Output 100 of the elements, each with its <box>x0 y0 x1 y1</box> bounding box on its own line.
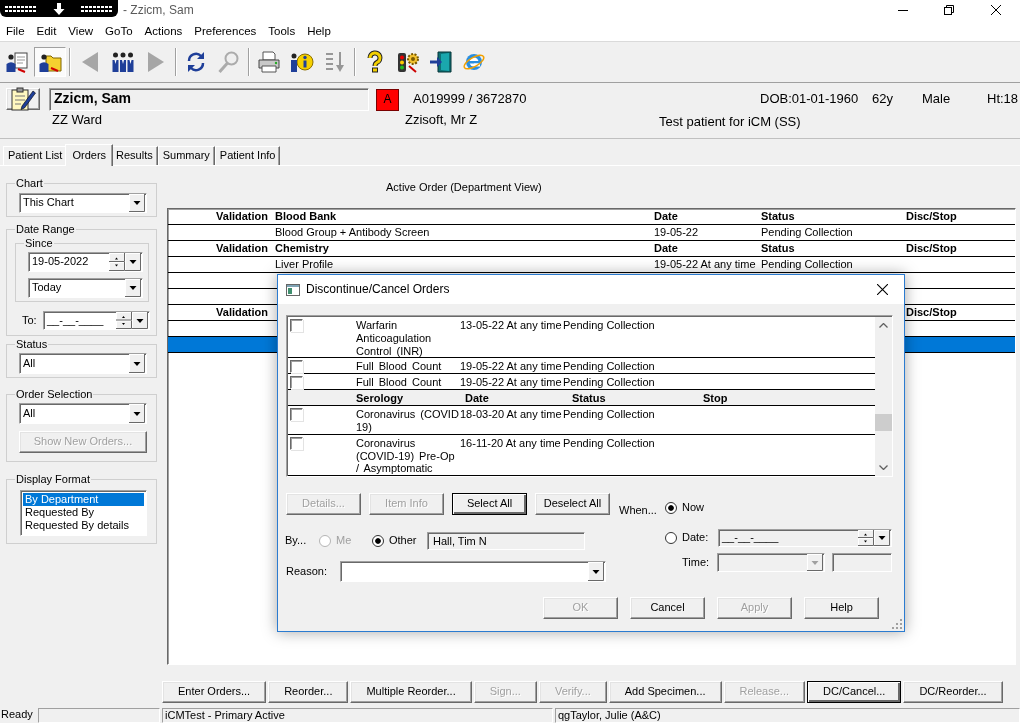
list-item[interactable]: Requested By details <box>23 519 144 532</box>
menu-item[interactable]: Help <box>301 21 337 40</box>
resize-grip-icon <box>892 619 902 629</box>
tab[interactable]: Summary <box>157 146 215 165</box>
window-title: - Zzicm, Sam <box>123 2 194 18</box>
clipboard-pencil-icon <box>10 86 36 112</box>
table-row[interactable]: Liver Profile 19-05-22 At any time Pending Collection <box>168 257 1015 273</box>
checkbox[interactable] <box>290 436 303 450</box>
view-title: Active Order (Department View) <box>386 181 542 195</box>
edit-button[interactable] <box>6 88 40 110</box>
date-preset-dropdown[interactable]: Today <box>28 278 143 298</box>
table-cell-text: Pending Collection <box>563 319 656 333</box>
table-cell-text: Pending Collection <box>760 225 854 240</box>
menu-item[interactable]: Actions <box>138 21 189 40</box>
table-cell-text: Pending Collection <box>563 376 656 390</box>
table-row[interactable]: Blood Group + Antibody Screen 19-05-22 Pending Collection <box>168 225 1015 241</box>
action-button[interactable]: DC/Cancel... <box>807 681 902 703</box>
column-header: Status <box>760 209 796 224</box>
dropdown-arrow-icon <box>129 354 145 373</box>
table-cell-text: Blood Group + Antibody Screen <box>274 225 431 240</box>
toolbar-button[interactable] <box>34 47 66 77</box>
radio-button[interactable]: Other <box>372 534 427 548</box>
table-cell: 19-05-22 At any time <box>460 360 563 374</box>
dialog-button[interactable]: Deselect All <box>535 493 610 515</box>
table-cell: Coronavirus (COVID 19) <box>356 408 460 434</box>
menu-item[interactable]: Preferences <box>188 21 263 40</box>
group-label: Status <box>15 337 49 351</box>
name-field[interactable]: Hall, Tim N <box>427 532 585 550</box>
status-dropdown[interactable]: All <box>19 353 147 374</box>
field-label: By... <box>285 534 308 548</box>
table-cell-text: 13-05-22 At any time <box>460 319 563 333</box>
tab[interactable]: Patient Info <box>214 146 281 165</box>
column-header: Date <box>653 209 679 224</box>
spin-arrows-icon <box>116 312 132 329</box>
date-of-birth: DOB:01-01-1960 <box>760 91 860 108</box>
column-header: Status <box>760 241 796 256</box>
menu-item[interactable]: Edit <box>30 21 63 40</box>
scroll-thumb[interactable] <box>875 414 892 431</box>
dialog-button[interactable]: Help <box>804 597 879 619</box>
checkbox[interactable] <box>290 360 303 374</box>
menu-item[interactable]: View <box>62 21 100 40</box>
table-cell-text: 19-05-22 At any time <box>653 257 757 272</box>
date-field[interactable]: __-__-____ <box>718 529 892 547</box>
column-header: Disc/Stop <box>905 241 958 256</box>
field-label: To: <box>22 313 38 328</box>
patient-number: A019999 / 3672870 <box>413 91 528 108</box>
action-button[interactable]: DC/Reorder... <box>903 681 1003 703</box>
field-label: Time: <box>682 555 711 570</box>
patient-height: Ht:18 <box>987 91 1019 108</box>
tab[interactable]: Orders <box>65 144 114 166</box>
reason-dropdown[interactable] <box>340 561 606 582</box>
date-field[interactable]: 19-05-2022 <box>28 252 143 272</box>
group-label: Date Range <box>15 222 76 236</box>
menu-item[interactable]: Tools <box>262 21 302 40</box>
dialog-button[interactable]: Select All <box>452 493 527 515</box>
alert-flag[interactable]: A <box>376 88 399 111</box>
action-button[interactable]: Multiple Reorder... <box>350 681 472 703</box>
people-icon <box>111 50 135 74</box>
checkbox[interactable] <box>290 408 303 422</box>
list-item[interactable]: Requested By <box>23 506 144 519</box>
date-field[interactable]: __-__-____ <box>43 311 150 330</box>
order-selection-dropdown[interactable]: All <box>19 403 147 424</box>
checkbox[interactable] <box>290 376 303 390</box>
info-icon <box>290 50 314 74</box>
spin-arrows-icon <box>858 530 874 546</box>
table-cell-text: Pending Collection <box>760 257 854 272</box>
radio-button[interactable]: Now <box>665 501 704 515</box>
status-text: iCMTest - Primary Active <box>162 708 553 723</box>
action-button[interactable]: Reorder... <box>268 681 349 703</box>
column-header: Validation <box>215 241 269 256</box>
action-button[interactable]: Enter Orders... <box>162 681 267 703</box>
display-format-list[interactable]: By Department Requested By Requested By details <box>20 490 147 536</box>
action-button[interactable]: Add Specimen... <box>608 681 722 703</box>
radio-button[interactable]: Date: <box>665 531 718 545</box>
connection-bar[interactable] <box>0 0 118 17</box>
chart-person-icon <box>5 50 29 74</box>
dropdown-arrow-icon <box>588 562 604 581</box>
dot-grid-icon <box>81 4 113 13</box>
spin-arrows-icon <box>109 253 125 271</box>
table-cell-text: 19-05-22 <box>653 225 700 240</box>
dialog-button[interactable]: Cancel <box>630 597 705 619</box>
dropdown-arrow-icon <box>807 554 823 571</box>
chart-dropdown[interactable]: This Chart <box>19 193 147 213</box>
dropdown-arrow-icon <box>125 253 141 271</box>
dropdown-arrow-icon <box>874 530 890 546</box>
scrollbar[interactable] <box>875 317 892 476</box>
patient-sex: Male <box>922 91 952 108</box>
checkbox[interactable] <box>290 319 303 332</box>
menu-item[interactable]: File <box>0 21 31 40</box>
group-label: Display Format <box>15 472 91 486</box>
close-icon <box>991 5 1001 15</box>
tab[interactable]: Results <box>111 146 158 165</box>
dialog-title: Discontinue/Cancel Orders <box>306 282 450 297</box>
table-cell-text: Liver Profile <box>274 257 335 272</box>
down-arrow-icon <box>53 2 65 15</box>
menu-item[interactable]: GoTo <box>99 21 139 40</box>
field-label: Reason: <box>286 564 328 579</box>
status-text: Ready <box>0 708 34 722</box>
sort-arrow-icon <box>323 50 347 74</box>
list-item[interactable]: By Department <box>23 493 144 506</box>
